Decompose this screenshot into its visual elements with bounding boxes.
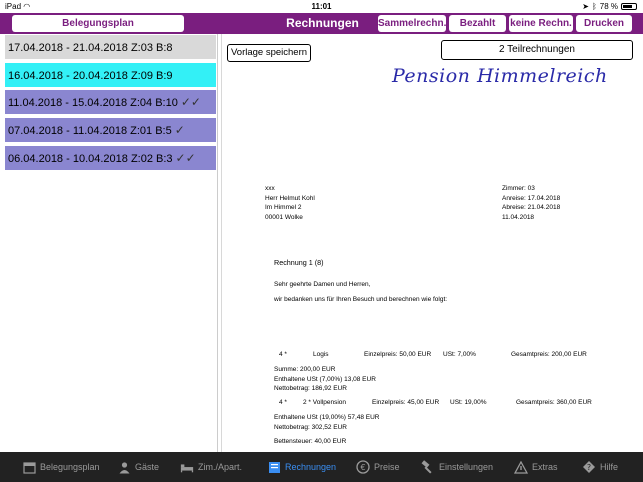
help-icon: ? — [582, 460, 596, 474]
tab-label: Hilfe — [600, 462, 619, 472]
extras-icon — [514, 460, 528, 474]
tab-einstellungen[interactable]: Einstellungen — [421, 452, 493, 482]
check-icon: ✓✓ — [175, 151, 196, 165]
address-line: xxx — [265, 185, 275, 192]
list-item[interactable]: 17.04.2018 - 21.04.2018 Z:03 B:8 — [5, 35, 216, 59]
check-icon: ✓ — [174, 123, 185, 137]
address-line: Im Himmel 2 — [265, 204, 302, 211]
line1-einzelpreis: Einzelpreis: 50,00 EUR — [364, 351, 432, 358]
tab-extras[interactable]: Extras — [514, 452, 558, 482]
line1-item: Logis — [313, 351, 329, 358]
vorlage-speichern-button[interactable]: Vorlage speichern — [227, 44, 311, 62]
tab-label: Rechnungen — [285, 462, 337, 472]
tab-hilfe[interactable]: ? Hilfe — [582, 452, 618, 482]
invoice-document[interactable]: Vorlage speichern 2 Teilrechnungen Pensi… — [221, 34, 643, 452]
invoice-number: Rechnung 1 (8) — [274, 258, 324, 267]
teilrechnungen-button[interactable]: 2 Teilrechnungen — [441, 40, 633, 60]
sammelrechnung-button[interactable]: Sammelrechn. — [378, 15, 446, 32]
tab-rechnungen[interactable]: Rechnungen — [267, 452, 336, 482]
sum1-block: Summe: 200,00 EUR Enthaltene USt (7,00%)… — [274, 365, 376, 394]
sum-line: Nettobetrag: 302,52 EUR — [274, 423, 347, 431]
list-item[interactable]: 06.04.2018 - 10.04.2018 Z:02 B:3 ✓✓ — [5, 146, 216, 170]
list-item-label: 16.04.2018 - 20.04.2018 Z:09 B:9 — [8, 70, 173, 82]
svg-text:?: ? — [587, 463, 591, 472]
line2-einzelpreis: Einzelpreis: 45,00 EUR — [372, 399, 440, 406]
battery-percent: 78 % — [599, 2, 618, 11]
sum-line: Nettobetrag: 186,92 EUR — [274, 385, 347, 392]
line1-gesamtpreis: Gesamtpreis: 200,00 EUR — [511, 351, 587, 358]
belegungsplan-button[interactable]: Belegungsplan — [12, 15, 184, 32]
tab-label: Belegungsplan — [40, 462, 100, 472]
tab-label: Einstellungen — [439, 462, 494, 472]
address-block: xxx Herr Helmut Kohl Im Himmel 2 00001 W… — [265, 184, 315, 222]
svg-text:€: € — [360, 463, 365, 472]
list-item-label: 07.04.2018 - 11.04.2018 Z:01 B:5 — [8, 125, 172, 137]
line2-item: 2 * Vollpension — [303, 399, 347, 406]
tab-preise[interactable]: € Preise — [356, 452, 400, 482]
info-line: Zimmer: 03 — [502, 185, 535, 192]
logo-text: Pension Himmelreich — [392, 65, 608, 87]
keine-rechnung-button[interactable]: keine Rechn. — [509, 15, 573, 32]
bettensteuer: Bettensteuer: 40,00 EUR — [274, 438, 347, 445]
tab-bar: Belegungsplan Gäste Zim./Apart. Rechnung… — [0, 452, 643, 482]
info-line: 11.04.2018 — [502, 213, 535, 221]
address-line: 00001 Wolke — [265, 213, 303, 221]
calendar-icon — [22, 460, 36, 474]
invoice-icon — [267, 460, 281, 474]
booking-list: 17.04.2018 - 21.04.2018 Z:03 B:8 16.04.2… — [0, 34, 218, 452]
battery-icon — [621, 3, 637, 10]
drucken-button[interactable]: Drucken — [576, 15, 632, 32]
nav-bar: Belegungsplan Rechnungen Sammelrechn. Be… — [0, 13, 643, 34]
guest-icon — [117, 460, 131, 474]
list-item-label: 06.04.2018 - 10.04.2018 Z:02 B:3 — [8, 153, 173, 165]
euro-icon: € — [356, 460, 370, 474]
greeting: Sehr geehrte Damen und Herren, — [274, 281, 371, 288]
tab-gaeste[interactable]: Gäste — [117, 452, 159, 482]
check-icon: ✓✓ — [180, 95, 201, 109]
status-right: ➤ ᛒ 78 % — [582, 2, 637, 11]
booking-info-block: Zimmer: 03 Anreise: 17.04.2018 Abreise: … — [502, 184, 560, 222]
page-title: Rechnungen — [286, 16, 359, 30]
bluetooth-icon: ᛒ — [591, 2, 597, 11]
location-icon: ➤ — [582, 2, 589, 11]
list-item[interactable]: 16.04.2018 - 20.04.2018 Z:09 B:9 — [5, 63, 216, 87]
sum-line: Summe: 200,00 EUR — [274, 366, 336, 373]
list-item[interactable]: 07.04.2018 - 11.04.2018 Z:01 B:5 ✓ — [5, 118, 216, 142]
intro-text: wir bedanken uns für Ihren Besuch und be… — [274, 296, 448, 303]
tab-zimmer[interactable]: Zim./Apart. — [180, 452, 242, 482]
sum2-block: Enthaltene USt (19,00%) 57,48 EUR Nettob… — [274, 413, 380, 432]
line2-ust: USt: 19,00% — [450, 399, 487, 406]
sum-line: Enthaltene USt (7,00%) 13,08 EUR — [274, 375, 376, 383]
hammer-icon — [421, 460, 435, 474]
line2-gesamtpreis: Gesamtpreis: 360,00 EUR — [516, 399, 592, 406]
line1-qty: 4 * — [279, 351, 287, 358]
tab-label: Preise — [374, 462, 400, 472]
bezahlt-button[interactable]: Bezahlt — [449, 15, 506, 32]
tab-label: Gäste — [135, 462, 160, 472]
tab-belegungsplan[interactable]: Belegungsplan — [22, 452, 100, 482]
sum-line: Enthaltene USt (19,00%) 57,48 EUR — [274, 414, 380, 421]
bed-icon — [180, 460, 194, 474]
line1-ust: USt: 7,00% — [443, 351, 476, 358]
status-bar: iPad ◠ 11:01 ➤ ᛒ 78 % — [0, 0, 643, 13]
list-item-label: 17.04.2018 - 21.04.2018 Z:03 B:8 — [8, 42, 173, 54]
info-line: Abreise: 21.04.2018 — [502, 204, 561, 211]
clock: 11:01 — [311, 2, 332, 11]
line2-qty: 4 * — [279, 399, 287, 406]
info-line: Anreise: 17.04.2018 — [502, 194, 561, 202]
list-item[interactable]: 11.04.2018 - 15.04.2018 Z:04 B:10 ✓✓ — [5, 90, 216, 114]
list-item-label: 11.04.2018 - 15.04.2018 Z:04 B:10 — [8, 97, 178, 109]
tab-label: Zim./Apart. — [198, 462, 243, 472]
address-line: Herr Helmut Kohl — [265, 194, 315, 202]
tab-label: Extras — [532, 462, 558, 472]
